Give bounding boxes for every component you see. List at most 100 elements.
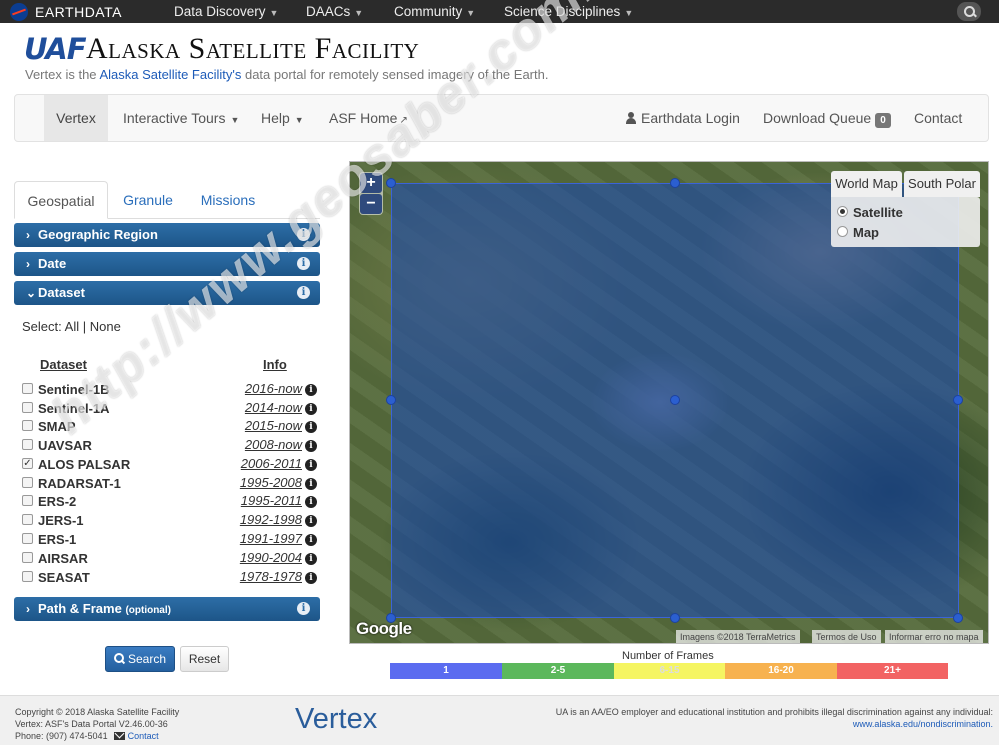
accordion-dataset[interactable]: ⌄ Dataset i xyxy=(14,281,320,305)
dataset-checkbox[interactable] xyxy=(22,439,33,450)
tab-missions[interactable]: Missions xyxy=(188,181,268,219)
nav-earthdata-login[interactable]: Earthdata Login xyxy=(625,95,740,141)
zoom-out-button[interactable]: − xyxy=(360,194,382,214)
dataset-row[interactable]: SMAP 2015-now i xyxy=(22,418,322,436)
polygon-vertex-handle[interactable] xyxy=(386,178,396,188)
dataset-checkbox[interactable] xyxy=(22,514,33,525)
zoom-in-button[interactable]: + xyxy=(360,173,382,193)
satellite-label[interactable]: Satellite xyxy=(853,205,903,220)
dataset-row[interactable]: ✓ ALOS PALSAR 2006-2011 i xyxy=(22,456,322,474)
tab-granule[interactable]: Granule xyxy=(110,181,186,219)
dataset-row[interactable]: SEASAT 1978-1978 i xyxy=(22,569,322,587)
menu-science-disciplines[interactable]: Science Disciplines ▼ xyxy=(504,4,633,19)
nav-help[interactable]: Help ▼ xyxy=(261,95,304,141)
search-icon[interactable] xyxy=(957,2,981,21)
accordion-date[interactable]: › Date i xyxy=(14,252,320,276)
search-button[interactable]: Search xyxy=(105,646,175,672)
dataset-checkbox[interactable] xyxy=(22,495,33,506)
tab-south-polar[interactable]: South Polar xyxy=(904,171,980,197)
dataset-date-range-link[interactable]: 2008-now xyxy=(245,437,302,452)
info-icon[interactable]: i xyxy=(305,403,317,415)
dataset-row[interactable]: JERS-1 1992-1998 i xyxy=(22,512,322,530)
tab-geospatial[interactable]: Geospatial xyxy=(14,181,108,219)
info-icon[interactable]: i xyxy=(305,534,317,546)
reset-button[interactable]: Reset xyxy=(180,646,229,672)
dataset-date-range-link[interactable]: 1992-1998 xyxy=(240,512,302,527)
satellite-radio[interactable] xyxy=(837,206,848,217)
dataset-row[interactable]: Sentinel-1B 2016-now i xyxy=(22,381,322,399)
polygon-vertex-handle[interactable] xyxy=(953,613,963,623)
accordion-geographic-region[interactable]: › Geographic Region i xyxy=(14,223,320,247)
dataset-checkbox[interactable] xyxy=(22,402,33,413)
info-icon[interactable]: i xyxy=(305,515,317,527)
uaf-logo[interactable]: UAF xyxy=(24,32,86,66)
asf-link[interactable]: Alaska Satellite Facility's xyxy=(99,67,241,82)
footer-contact-link[interactable]: Contact xyxy=(128,731,159,741)
earthdata-brand[interactable]: EARTHDATA xyxy=(35,4,122,20)
dataset-date-range-link[interactable]: 1995-2008 xyxy=(240,475,302,490)
nav-download-queue[interactable]: Download Queue 0 xyxy=(763,95,891,141)
report-error-link[interactable]: Informar erro no mapa xyxy=(885,630,983,643)
dataset-row[interactable]: UAVSAR 2008-now i xyxy=(22,437,322,455)
google-logo[interactable]: Google xyxy=(356,619,412,639)
legend-bin: 6-15 xyxy=(614,663,725,679)
info-icon[interactable]: i xyxy=(305,478,317,490)
info-icon[interactable]: i xyxy=(297,257,310,270)
info-icon[interactable]: i xyxy=(297,286,310,299)
dataset-date-range-link[interactable]: 2016-now xyxy=(245,381,302,396)
polygon-vertex-handle[interactable] xyxy=(670,178,680,188)
nav-asf-home[interactable]: ASF Home ↗ xyxy=(329,95,408,141)
nav-contact[interactable]: Contact xyxy=(914,95,962,141)
nasa-logo-icon[interactable] xyxy=(10,3,28,21)
dataset-row[interactable]: Sentinel-1A 2014-now i xyxy=(22,400,322,418)
map-radio[interactable] xyxy=(837,226,848,237)
nondiscrimination-link[interactable]: www.alaska.edu/nondiscrimination. xyxy=(853,719,993,729)
dataset-row[interactable]: ERS-1 1991-1997 i xyxy=(22,531,322,549)
dataset-checkbox-checked[interactable]: ✓ xyxy=(22,458,33,469)
menu-data-discovery[interactable]: Data Discovery ▼ xyxy=(174,4,278,19)
info-icon[interactable]: i xyxy=(305,459,317,471)
nav-vertex[interactable]: Vertex xyxy=(44,95,108,141)
dataset-checkbox[interactable] xyxy=(22,477,33,488)
dataset-checkbox[interactable] xyxy=(22,552,33,563)
dataset-checkbox[interactable] xyxy=(22,383,33,394)
menu-daacs[interactable]: DAACs ▼ xyxy=(306,4,363,19)
select-all-link[interactable]: All xyxy=(65,319,79,334)
info-icon[interactable]: i xyxy=(305,440,317,452)
menu-community[interactable]: Community ▼ xyxy=(394,4,475,19)
polygon-vertex-handle[interactable] xyxy=(953,395,963,405)
nav-interactive-tours[interactable]: Interactive Tours ▼ xyxy=(123,95,239,141)
dataset-date-range-link[interactable]: 2015-now xyxy=(245,418,302,433)
dataset-date-range-link[interactable]: 2014-now xyxy=(245,400,302,415)
tab-world-map[interactable]: World Map xyxy=(831,171,902,197)
polygon-vertex-handle[interactable] xyxy=(670,395,680,405)
info-icon[interactable]: i xyxy=(305,572,317,584)
polygon-vertex-handle[interactable] xyxy=(386,395,396,405)
select-none-link[interactable]: None xyxy=(90,319,121,334)
dataset-date-range-link[interactable]: 2006-2011 xyxy=(241,456,302,471)
map-label[interactable]: Map xyxy=(853,225,879,240)
map-canvas[interactable]: + − World Map South Polar Satellite Map … xyxy=(349,161,989,644)
dataset-row[interactable]: RADARSAT-1 1995-2008 i xyxy=(22,475,322,493)
dataset-date-range-link[interactable]: 1991-1997 xyxy=(240,531,302,546)
terms-of-use-link[interactable]: Termos de Uso xyxy=(812,630,881,643)
polygon-vertex-handle[interactable] xyxy=(670,613,680,623)
info-icon[interactable]: i xyxy=(297,602,310,615)
dataset-name: SMAP xyxy=(38,419,76,434)
info-icon[interactable]: i xyxy=(297,228,310,241)
dataset-row[interactable]: AIRSAR 1990-2004 i xyxy=(22,550,322,568)
accordion-path-frame[interactable]: › Path & Frame (optional) i xyxy=(14,597,320,621)
dataset-date-range-link[interactable]: 1995-2011 xyxy=(241,493,302,508)
dataset-row[interactable]: ERS-2 1995-2011 i xyxy=(22,493,322,511)
dataset-checkbox[interactable] xyxy=(22,571,33,582)
dataset-checkbox[interactable] xyxy=(22,420,33,431)
info-column-header: Info xyxy=(263,357,287,372)
info-icon[interactable]: i xyxy=(305,496,317,508)
info-icon[interactable]: i xyxy=(305,421,317,433)
dataset-date-range-link[interactable]: 1978-1978 xyxy=(240,569,302,584)
site-title[interactable]: Alaska Satellite Facility xyxy=(86,32,419,66)
info-icon[interactable]: i xyxy=(305,553,317,565)
info-icon[interactable]: i xyxy=(305,384,317,396)
dataset-checkbox[interactable] xyxy=(22,533,33,544)
dataset-date-range-link[interactable]: 1990-2004 xyxy=(240,550,302,565)
